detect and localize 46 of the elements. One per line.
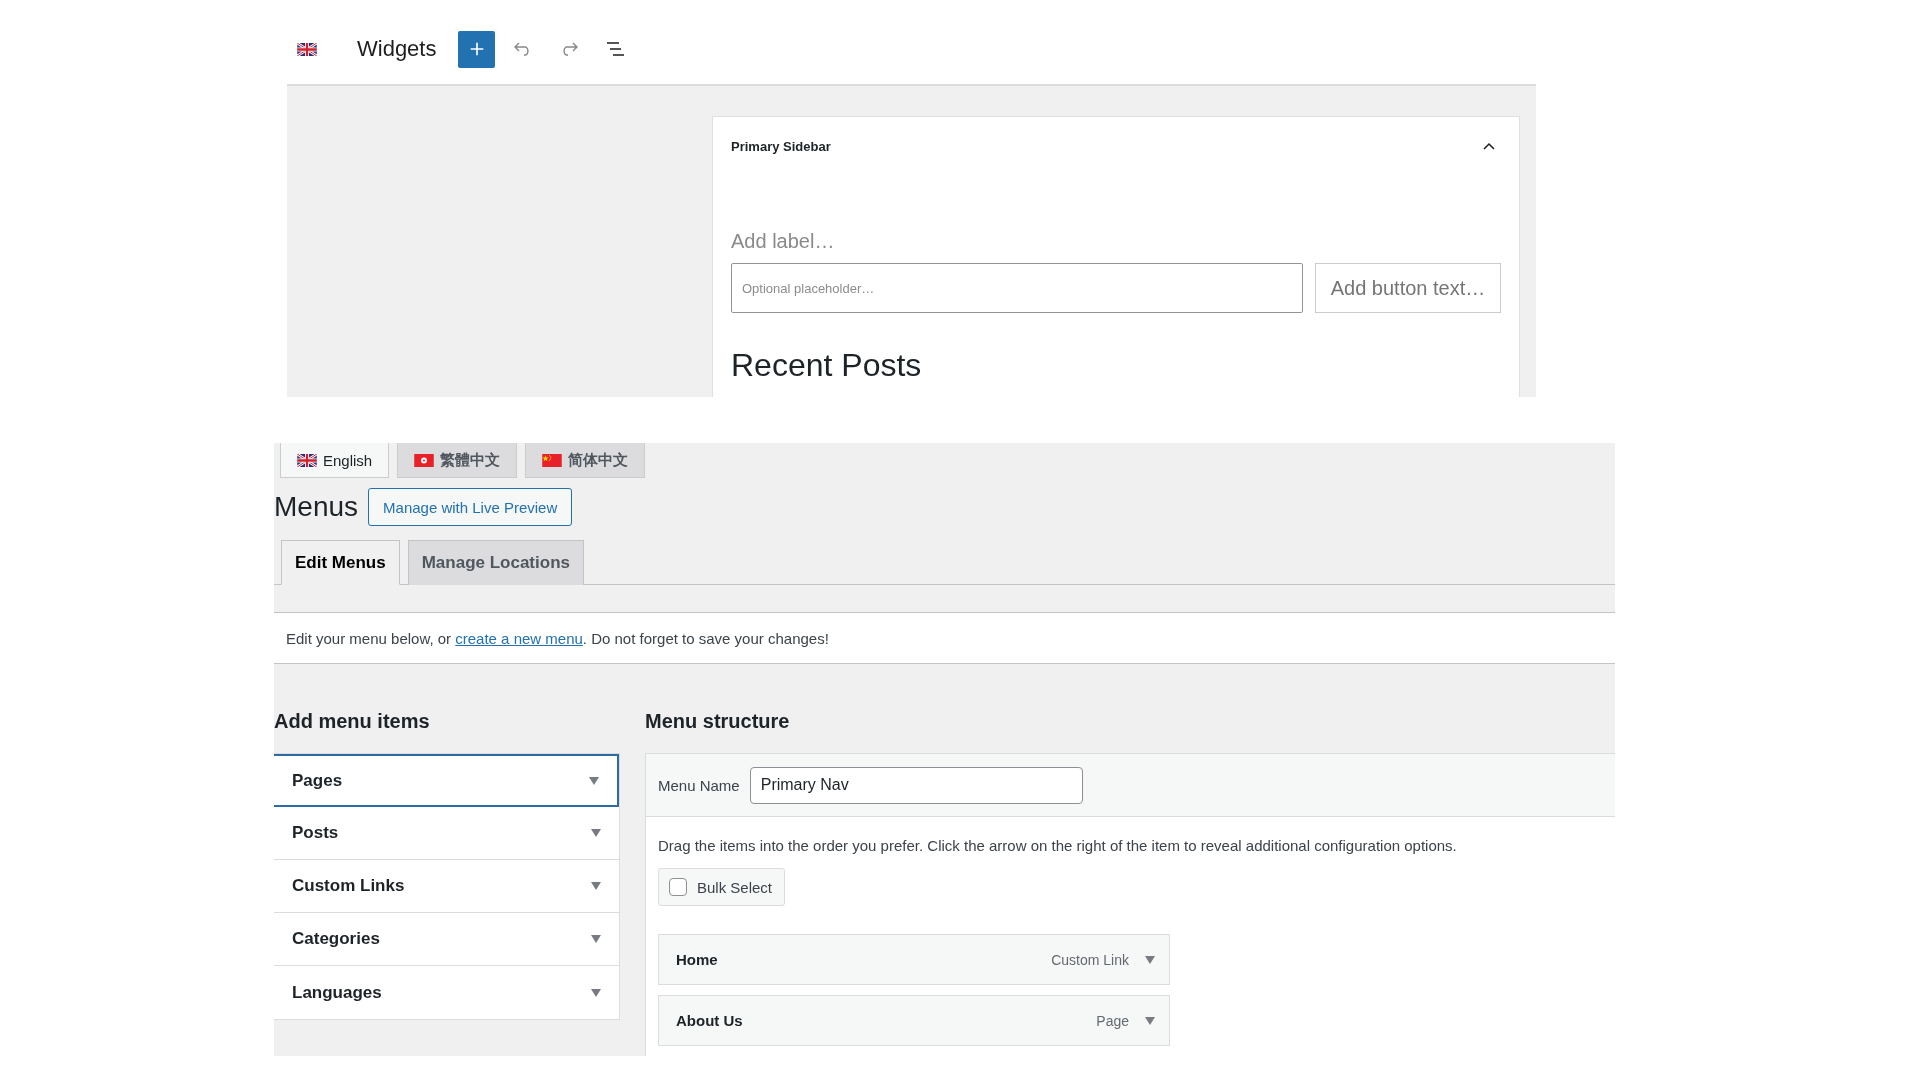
menu-item-type: Custom Link [1051, 951, 1129, 968]
flag-icon [297, 42, 317, 56]
page-title: Menus [274, 491, 359, 523]
chevron-up-icon[interactable] [1483, 142, 1495, 150]
caret-icon [591, 829, 601, 837]
menu-item-title: Home [676, 951, 719, 968]
caret-icon [591, 882, 601, 890]
search-input-field[interactable]: Optional placeholder… [731, 263, 1303, 313]
flag-icon [414, 453, 435, 467]
menu-item-type: Page [1096, 1012, 1129, 1029]
flag-icon [297, 453, 317, 467]
caret-icon [591, 988, 601, 997]
menu-item-title: About Us [676, 1012, 744, 1029]
language-tab[interactable]: 繁體中文 [397, 443, 518, 478]
language-tab-label: English [323, 451, 373, 469]
section-title: Add menu items [274, 710, 431, 734]
language-tab[interactable]: 简体中文 [525, 443, 646, 478]
language-tab-label: 繁體中文 [440, 450, 501, 470]
menu-name-field[interactable]: Primary Nav [749, 766, 1083, 804]
live-preview-button[interactable]: Manage with Live Preview [368, 488, 573, 526]
flag-icon [542, 453, 563, 467]
instructions-text: Drag the items into the order you prefer. Click the arrow on the right of the item to reveal additional configuration options. [658, 837, 1458, 854]
caret-icon [1145, 955, 1155, 964]
menu-name-label: Menu Name [658, 776, 740, 794]
nav-tab[interactable]: Manage Locations [407, 540, 584, 585]
accordion-section[interactable]: Pages [274, 754, 619, 807]
menu-item-row[interactable]: About Us Page [658, 995, 1170, 1046]
list-view-icon[interactable] [605, 42, 626, 56]
caret-icon [591, 935, 601, 943]
create-menu-link[interactable]: create a new menu [455, 629, 583, 647]
nav-tab[interactable]: Edit Menus [281, 540, 400, 585]
caret-icon [589, 776, 599, 785]
block-heading: Recent Posts [731, 347, 923, 384]
widget-area-title: Primary Sidebar [731, 138, 831, 154]
plus-icon [468, 40, 486, 58]
add-block-button[interactable] [458, 30, 496, 68]
bulk-select-button[interactable]: Bulk Select [658, 868, 786, 906]
menu-item-row[interactable]: Home Custom Link [658, 934, 1170, 985]
search-button[interactable]: Add button text… [1315, 263, 1501, 313]
language-tab[interactable]: English [280, 443, 390, 478]
caret-icon [1145, 1016, 1155, 1025]
notice-text: Edit your menu below, or create a new menu. Do not forget to save your changes! [286, 629, 829, 647]
editor-title: Widgets [357, 36, 437, 62]
checkbox[interactable] [669, 878, 687, 896]
language-tab-label: 简体中文 [568, 450, 629, 470]
section-title: Menu structure [645, 710, 791, 734]
